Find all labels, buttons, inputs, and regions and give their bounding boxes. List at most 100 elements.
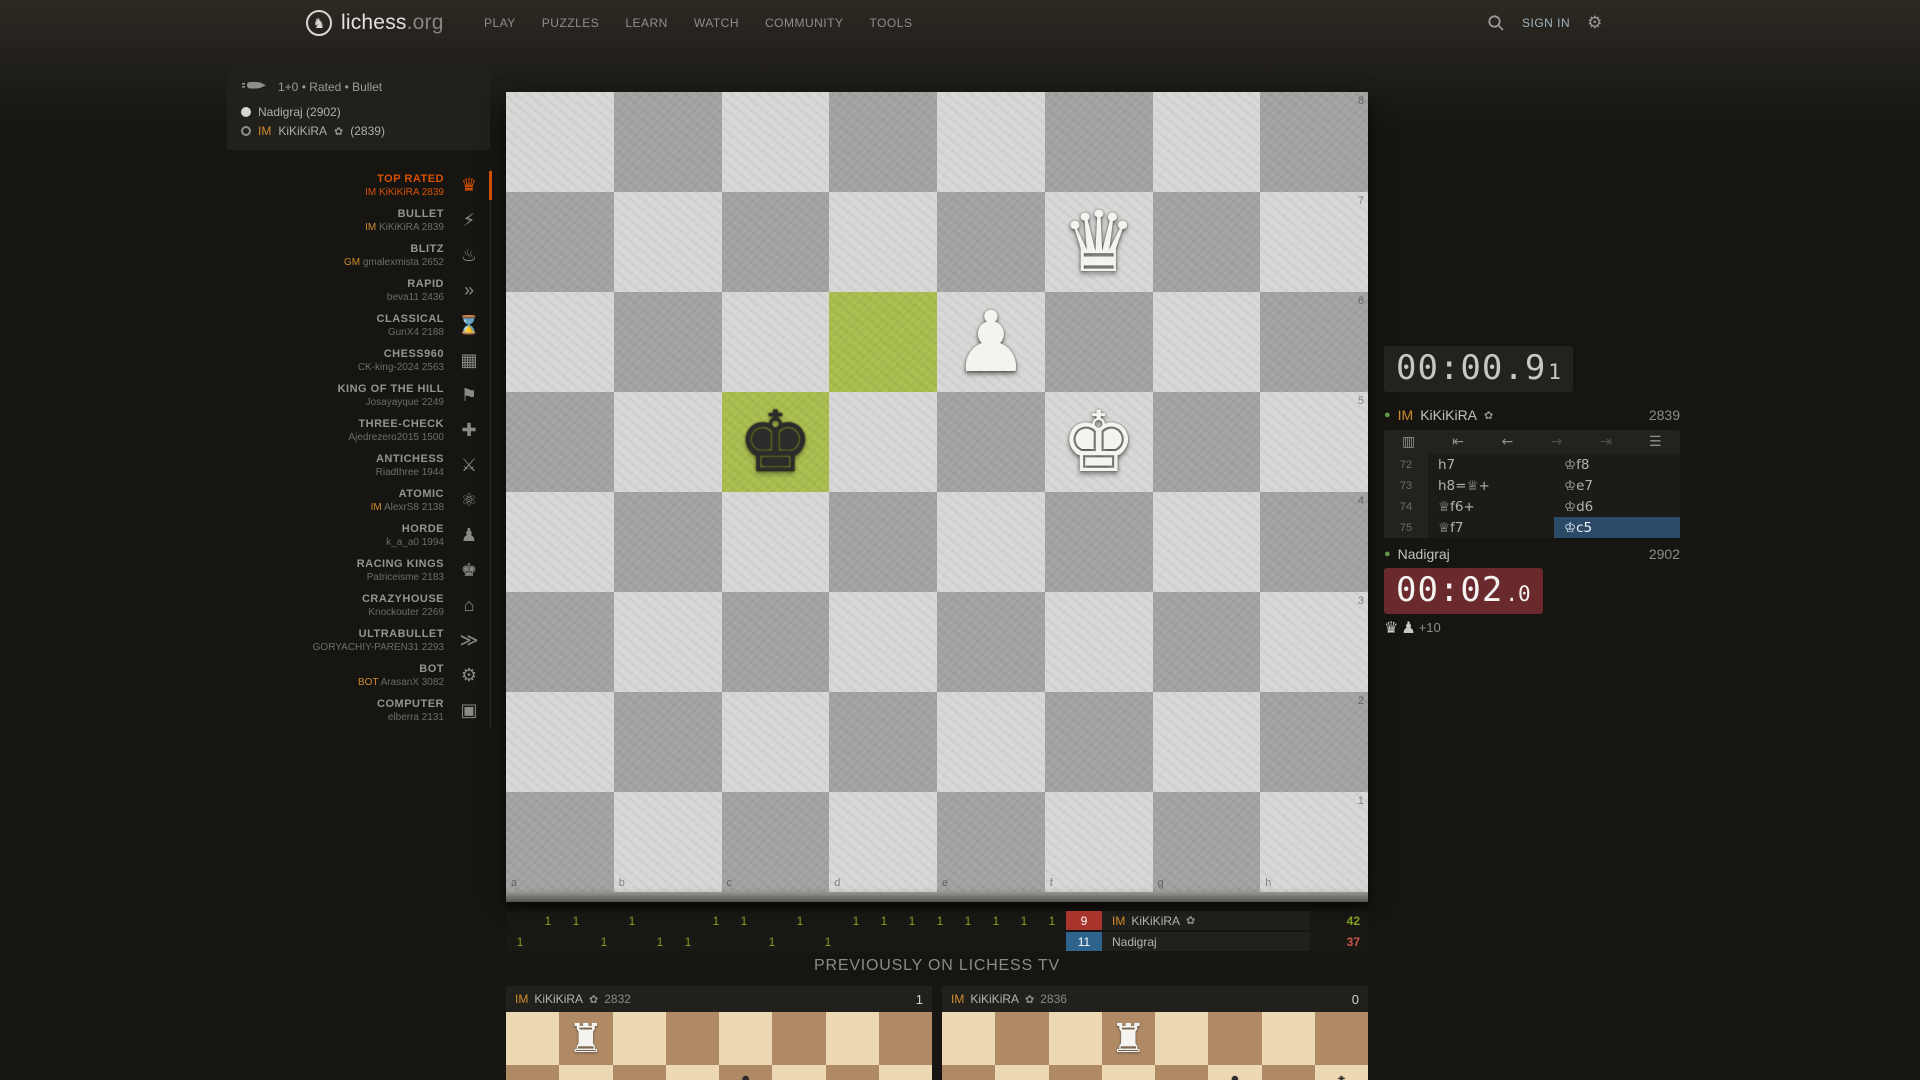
square-f1[interactable]: f: [1045, 792, 1153, 892]
square-c3[interactable]: [722, 592, 830, 692]
nav-tools[interactable]: TOOLS: [869, 16, 912, 30]
channel-computer[interactable]: COMPUTER elberra 2131 ▣: [227, 693, 490, 728]
square-d6[interactable]: [829, 292, 937, 392]
square-f3[interactable]: [1045, 592, 1153, 692]
square-b8[interactable]: [614, 92, 722, 192]
square-a8[interactable]: [506, 92, 614, 192]
player-name[interactable]: Nadigraj: [1398, 546, 1450, 562]
square-c2[interactable]: [722, 692, 830, 792]
square-c1[interactable]: c: [722, 792, 830, 892]
search-icon[interactable]: [1487, 14, 1505, 32]
black-move[interactable]: ♔c5: [1554, 517, 1680, 538]
square-d8[interactable]: [829, 92, 937, 192]
white-pawn[interactable]: ♟: [953, 300, 1028, 384]
channel-horde[interactable]: HORDE k_a_a0 1994 ♟: [227, 518, 490, 553]
nav-play[interactable]: PLAY: [484, 16, 516, 30]
player-name[interactable]: Nadigraj (2902): [258, 105, 341, 119]
step-forward-icon[interactable]: →: [1532, 430, 1581, 454]
channel-ultrabullet[interactable]: ULTRABULLET GORYACHIY-PAREN31 2293 ≫: [227, 623, 490, 658]
square-f8[interactable]: [1045, 92, 1153, 192]
nav-learn[interactable]: LEARN: [625, 16, 668, 30]
square-g1[interactable]: g: [1153, 792, 1261, 892]
analysis-board-icon[interactable]: ▥: [1384, 430, 1433, 454]
black-move[interactable]: ♔f8: [1554, 454, 1680, 475]
channel-bullet[interactable]: BULLET IM KiKiKiRA 2839 ⚡: [227, 203, 490, 238]
gear-icon[interactable]: ⚙: [1587, 13, 1602, 33]
channel-three-check[interactable]: THREE-CHECK Ajedrezero2015 1500 ✚: [227, 413, 490, 448]
square-b1[interactable]: b: [614, 792, 722, 892]
square-c8[interactable]: [722, 92, 830, 192]
square-b5[interactable]: [614, 392, 722, 492]
square-h8[interactable]: 8: [1260, 92, 1368, 192]
square-f7[interactable]: ♛: [1045, 192, 1153, 292]
square-b3[interactable]: [614, 592, 722, 692]
channel-racing-kings[interactable]: RACING KINGS Patriceisme 2183 ♚: [227, 553, 490, 588]
square-e8[interactable]: [937, 92, 1045, 192]
square-c6[interactable]: [722, 292, 830, 392]
square-g4[interactable]: [1153, 492, 1261, 592]
square-g6[interactable]: [1153, 292, 1261, 392]
channel-king-of-the-hill[interactable]: KING OF THE HILL Josayayque 2249 ⚑: [227, 378, 490, 413]
square-h5[interactable]: 5: [1260, 392, 1368, 492]
channel-atomic[interactable]: ATOMIC IM AlexrS8 2138 ⚛: [227, 483, 490, 518]
square-h2[interactable]: 2: [1260, 692, 1368, 792]
step-back-icon[interactable]: ←: [1483, 430, 1532, 454]
sign-in-link[interactable]: SIGN IN: [1522, 16, 1570, 30]
square-e3[interactable]: [937, 592, 1045, 692]
player-name[interactable]: KiKiKiRA: [278, 124, 327, 138]
square-b6[interactable]: [614, 292, 722, 392]
square-f4[interactable]: [1045, 492, 1153, 592]
white-move[interactable]: ♕f7: [1428, 517, 1554, 538]
square-e4[interactable]: [937, 492, 1045, 592]
white-move[interactable]: ♕f6+: [1428, 496, 1554, 517]
previous-game-card[interactable]: IMKiKiKiRA✿28360♜♟♚: [942, 986, 1368, 1080]
channel-bot[interactable]: BOT BOT ArasanX 3082 ⚙: [227, 658, 490, 693]
player-name[interactable]: KiKiKiRA: [1420, 407, 1477, 423]
square-c5[interactable]: ♚: [722, 392, 830, 492]
square-a6[interactable]: [506, 292, 614, 392]
square-a7[interactable]: [506, 192, 614, 292]
channel-rapid[interactable]: RAPID beva11 2436 »: [227, 273, 490, 308]
channel-blitz[interactable]: BLITZ GM gmalexmista 2652 ♨: [227, 238, 490, 273]
square-c7[interactable]: [722, 192, 830, 292]
white-move[interactable]: h8=♕+: [1428, 475, 1554, 496]
square-d5[interactable]: [829, 392, 937, 492]
black-king[interactable]: ♚: [738, 400, 813, 484]
square-h3[interactable]: 3: [1260, 592, 1368, 692]
channel-classical[interactable]: CLASSICAL GunX4 2188 ⌛: [227, 308, 490, 343]
channel-chess960[interactable]: CHESS960 CK-king-2024 2563 ▦: [227, 343, 490, 378]
lichess-logo[interactable]: ♞ lichess.org: [306, 0, 444, 46]
square-g5[interactable]: [1153, 392, 1261, 492]
square-g8[interactable]: [1153, 92, 1261, 192]
square-h6[interactable]: 6: [1260, 292, 1368, 392]
square-a2[interactable]: [506, 692, 614, 792]
square-f5[interactable]: ♚: [1045, 392, 1153, 492]
nav-watch[interactable]: WATCH: [694, 16, 739, 30]
menu-icon[interactable]: ☰: [1631, 430, 1680, 454]
channel-antichess[interactable]: ANTICHESS Riadthree 1944 ⚔: [227, 448, 490, 483]
square-h1[interactable]: h1: [1260, 792, 1368, 892]
channel-crazyhouse[interactable]: CRAZYHOUSE Knockouter 2269 ⌂: [227, 588, 490, 623]
square-b2[interactable]: [614, 692, 722, 792]
square-c4[interactable]: [722, 492, 830, 592]
black-move[interactable]: ♔d6: [1554, 496, 1680, 517]
square-e2[interactable]: [937, 692, 1045, 792]
strip-player-name[interactable]: IMKiKiKiRA✿: [1102, 911, 1310, 930]
square-a5[interactable]: [506, 392, 614, 492]
square-e7[interactable]: [937, 192, 1045, 292]
square-g7[interactable]: [1153, 192, 1261, 292]
square-e1[interactable]: e: [937, 792, 1045, 892]
skip-to-start-icon[interactable]: ⇤: [1433, 430, 1482, 454]
square-d1[interactable]: d: [829, 792, 937, 892]
square-a3[interactable]: [506, 592, 614, 692]
square-g3[interactable]: [1153, 592, 1261, 692]
square-e6[interactable]: ♟: [937, 292, 1045, 392]
square-d4[interactable]: [829, 492, 937, 592]
square-d7[interactable]: [829, 192, 937, 292]
square-f2[interactable]: [1045, 692, 1153, 792]
square-g2[interactable]: [1153, 692, 1261, 792]
square-e5[interactable]: [937, 392, 1045, 492]
square-d3[interactable]: [829, 592, 937, 692]
square-b7[interactable]: [614, 192, 722, 292]
white-king[interactable]: ♚: [1061, 400, 1136, 484]
